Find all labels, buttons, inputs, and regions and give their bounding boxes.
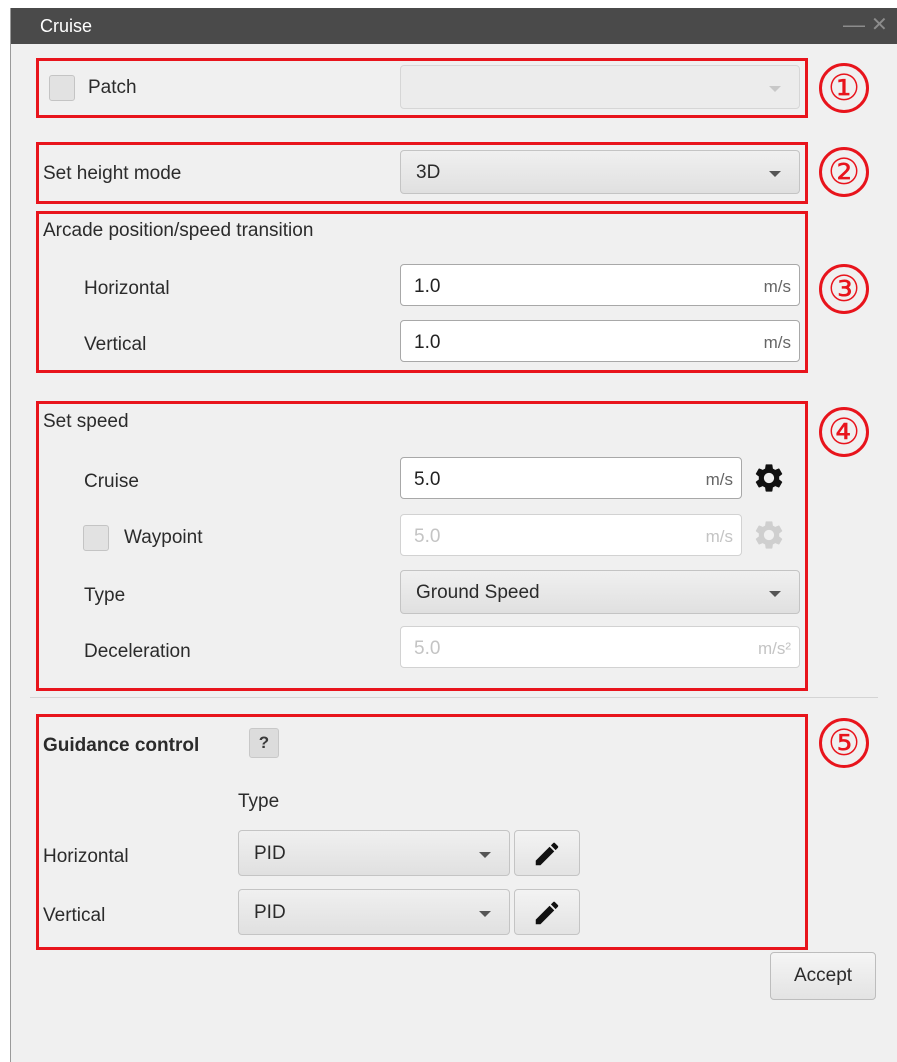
close-icon[interactable]: ✕: [871, 12, 888, 38]
height-mode-label: Set height mode: [43, 163, 182, 184]
waypoint-speed-input[interactable]: 5.0 m/s: [400, 514, 742, 556]
section-divider: [30, 697, 878, 698]
guidance-vertical-select[interactable]: PID: [238, 889, 510, 935]
guidance-horizontal-select[interactable]: PID: [238, 830, 510, 876]
cruise-speed-unit: m/s: [705, 470, 733, 489]
deceleration-unit: m/s²: [757, 639, 791, 658]
patch-checkbox[interactable]: [49, 75, 75, 101]
annotation-marker-1: ①: [819, 63, 869, 113]
arcade-section-title: Arcade position/speed transition: [43, 220, 314, 241]
guidance-horizontal-value: PID: [254, 843, 286, 864]
pencil-icon: [535, 901, 559, 925]
chevron-down-icon: [479, 852, 491, 858]
speed-type-select[interactable]: Ground Speed: [400, 570, 800, 614]
arcade-vertical-input[interactable]: 1.0 m/s: [400, 320, 800, 362]
deceleration-value: 5.0: [414, 638, 441, 659]
guidance-section-title: Guidance control: [43, 735, 200, 756]
arcade-horizontal-unit: m/s: [763, 277, 791, 296]
arcade-vertical-unit: m/s: [763, 333, 791, 352]
gear-icon[interactable]: [752, 461, 786, 495]
annotation-marker-5: ⑤: [819, 718, 869, 768]
deceleration-label: Deceleration: [84, 641, 191, 662]
guidance-vertical-value: PID: [254, 902, 286, 923]
guidance-type-header: Type: [238, 791, 280, 812]
speed-type-label: Type: [84, 585, 126, 606]
annotation-marker-4: ④: [819, 407, 869, 457]
height-mode-value: 3D: [416, 162, 441, 183]
arcade-vertical-value: 1.0: [414, 332, 441, 353]
patch-label: Patch: [88, 77, 137, 98]
chevron-down-icon: [479, 911, 491, 917]
edit-vertical-button[interactable]: [514, 889, 580, 935]
chevron-down-icon: [769, 86, 781, 92]
minimize-icon[interactable]: —: [843, 12, 865, 38]
help-button[interactable]: ?: [249, 728, 279, 758]
deceleration-input[interactable]: 5.0 m/s²: [400, 626, 800, 668]
height-mode-select[interactable]: 3D: [400, 150, 800, 194]
annotation-marker-3: ③: [819, 264, 869, 314]
cruise-speed-label: Cruise: [84, 471, 139, 492]
speed-section-title: Set speed: [43, 411, 129, 432]
guidance-vertical-label: Vertical: [43, 905, 106, 926]
arcade-horizontal-input[interactable]: 1.0 m/s: [400, 264, 800, 306]
edit-horizontal-button[interactable]: [514, 830, 580, 876]
waypoint-speed-value: 5.0: [414, 526, 441, 547]
pencil-icon: [535, 842, 559, 866]
arcade-horizontal-value: 1.0: [414, 276, 441, 297]
waypoint-speed-checkbox[interactable]: [83, 525, 109, 551]
annotation-marker-2: ②: [819, 147, 869, 197]
chevron-down-icon: [769, 171, 781, 177]
cruise-speed-value: 5.0: [414, 469, 441, 490]
arcade-horizontal-label: Horizontal: [84, 278, 170, 299]
title-bar[interactable]: Cruise — ✕: [11, 8, 897, 44]
patch-select[interactable]: [400, 65, 800, 109]
accept-button[interactable]: Accept: [770, 952, 876, 1000]
waypoint-speed-unit: m/s: [705, 527, 733, 546]
gear-icon[interactable]: [752, 518, 786, 552]
cruise-speed-input[interactable]: 5.0 m/s: [400, 457, 742, 499]
speed-type-value: Ground Speed: [416, 582, 540, 603]
chevron-down-icon: [769, 591, 781, 597]
guidance-horizontal-label: Horizontal: [43, 846, 129, 867]
waypoint-speed-label: Waypoint: [124, 527, 203, 548]
window-title: Cruise: [40, 16, 93, 36]
arcade-vertical-label: Vertical: [84, 334, 147, 355]
